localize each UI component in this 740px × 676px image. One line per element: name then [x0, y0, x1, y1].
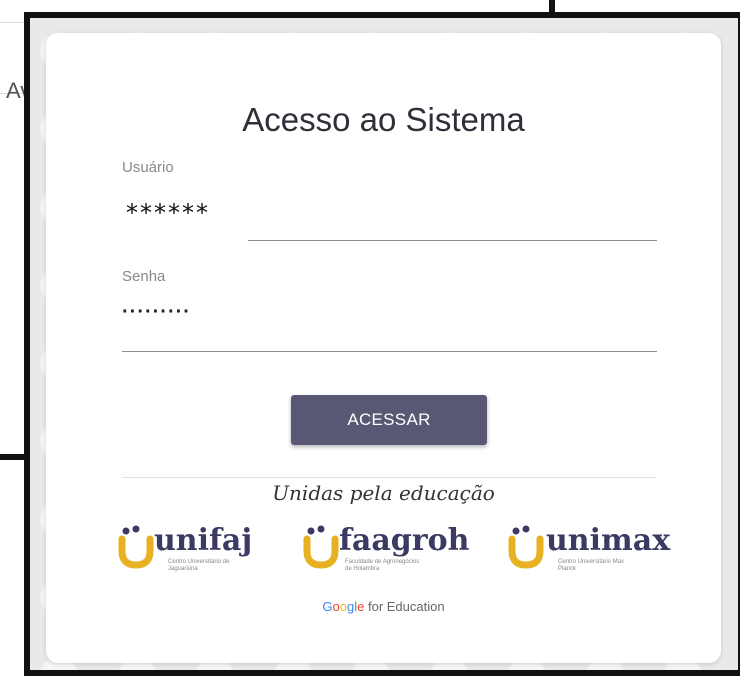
- password-label: Senha: [122, 268, 166, 285]
- faagroh-mark-icon: [303, 525, 339, 569]
- unimax-subtitle: Centro Universitário Max Planck: [558, 559, 625, 572]
- google-for-education: Google for Education: [46, 599, 721, 614]
- faagroh-logo: faagroh Faculdade de Agronegócios de Hol…: [301, 523, 491, 583]
- faagroh-name: faagroh: [339, 523, 470, 558]
- unimax-mark-icon: [508, 525, 544, 569]
- google-for-education-text: for Education: [364, 599, 445, 614]
- unifaj-mark-icon: [118, 525, 154, 569]
- google-logo-icon: Google: [322, 599, 365, 614]
- password-field[interactable]: ·········: [122, 301, 191, 324]
- faagroh-subtitle: Faculdade de Agronegócios de Holambra: [345, 559, 420, 572]
- login-window: Acesso ao Sistema Usuário ****** Senha ·…: [24, 12, 740, 676]
- page-title: Acesso ao Sistema: [242, 101, 525, 138]
- footer-divider: [122, 477, 657, 478]
- submit-button[interactable]: ACESSAR: [291, 395, 487, 445]
- username-label: Usuário: [122, 159, 174, 176]
- unifaj-logo: unifaj Centro Universitário de Jaguariún…: [116, 523, 286, 583]
- unifaj-subtitle: Centro Universitário de Jaguariúna: [168, 559, 230, 572]
- partner-logos: unifaj Centro Universitário de Jaguariún…: [116, 523, 676, 583]
- tagline: Unidas pela educação: [272, 481, 495, 505]
- unimax-logo: unimax Centro Universitário Max Planck: [506, 523, 681, 583]
- unimax-name: unimax: [546, 523, 671, 558]
- login-card: Acesso ao Sistema Usuário ****** Senha ·…: [46, 33, 721, 663]
- username-field[interactable]: ******: [126, 199, 210, 227]
- password-underline: [122, 351, 657, 352]
- unifaj-name: unifaj: [154, 523, 253, 558]
